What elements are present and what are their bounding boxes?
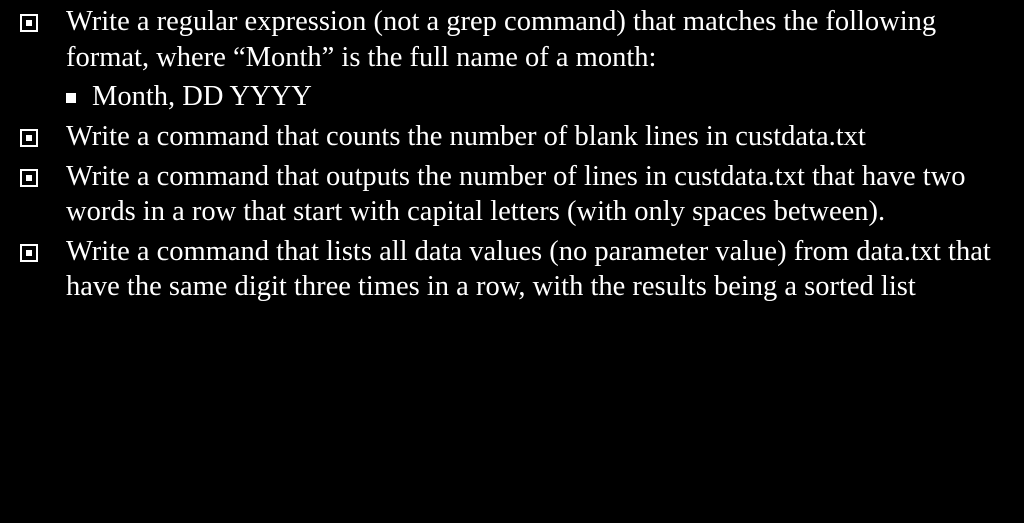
list-item: Write a regular expression (not a grep c… [20,4,1004,75]
list-item: Write a command that counts the number o… [20,119,1004,155]
bullet-square-icon [20,169,38,187]
bullet-square-icon [20,129,38,147]
list-item: Write a command that outputs the number … [20,159,1004,230]
slide-content: Write a regular expression (not a grep c… [0,0,1024,305]
item-text: Write a command that lists all data valu… [66,234,1004,305]
item-text: Write a regular expression (not a grep c… [66,4,1004,75]
bullet-square-icon [20,14,38,32]
item-text: Month, DD YYYY [92,79,1004,115]
list-item: Write a command that lists all data valu… [20,234,1004,305]
item-text: Write a command that outputs the number … [66,159,1004,230]
item-text: Write a command that counts the number o… [66,119,1004,155]
list-item: Month, DD YYYY [66,79,1004,115]
bullet-square-icon [20,244,38,262]
bullet-small-square-icon [66,93,76,103]
